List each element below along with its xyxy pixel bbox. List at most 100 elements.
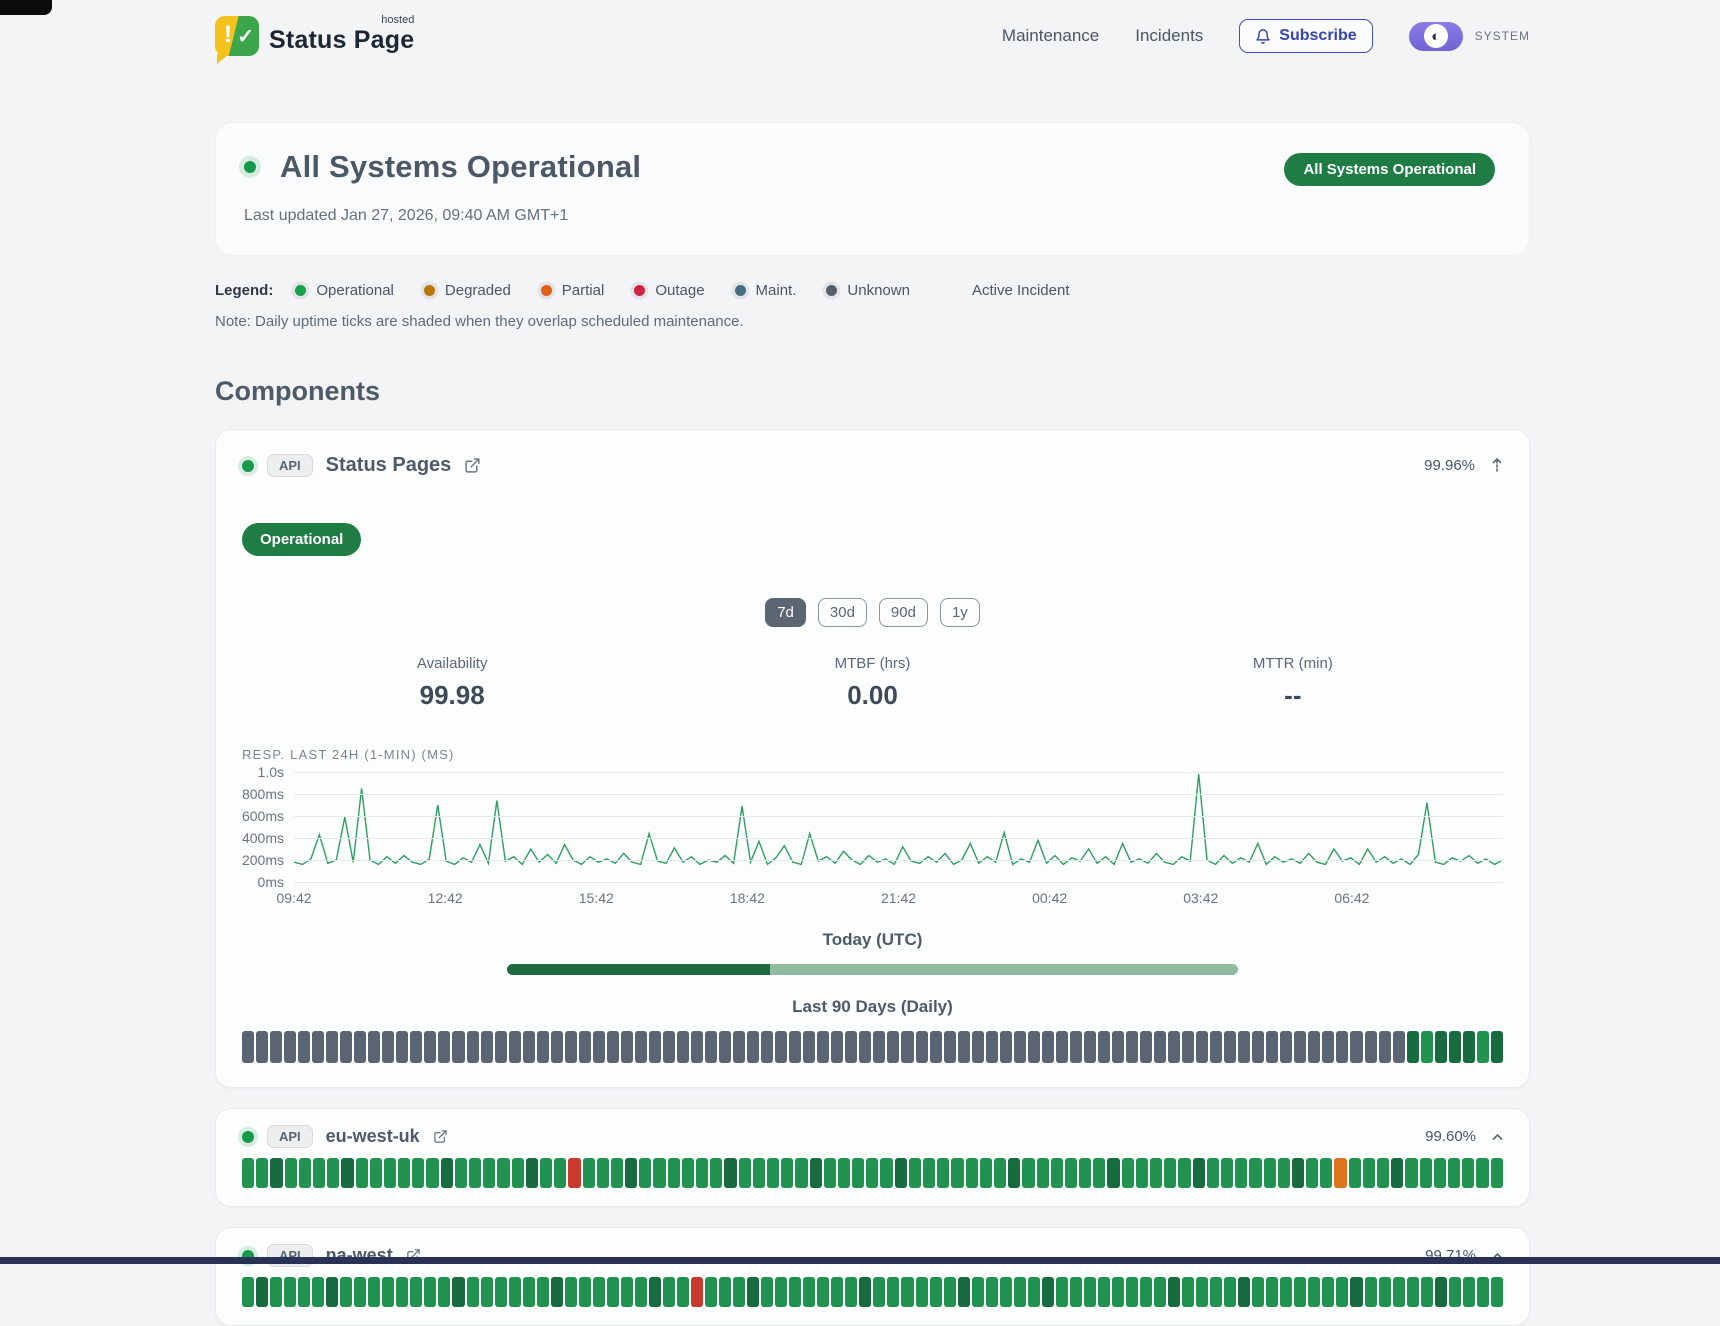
uptime-tick xyxy=(1150,1158,1162,1188)
uptime-tick xyxy=(895,1158,907,1188)
uptime-tick xyxy=(1107,1158,1119,1188)
uptime-tick xyxy=(1196,1277,1208,1307)
main-nav: Maintenance Incidents Subscribe ◐ SYSTEM xyxy=(1002,19,1530,53)
uptime-tick xyxy=(682,1158,694,1188)
uptime-tick xyxy=(733,1031,745,1063)
uptime-tick xyxy=(285,1158,297,1188)
uptime-tick xyxy=(747,1031,759,1063)
uptime-tick xyxy=(483,1158,495,1188)
uptime-tick xyxy=(1014,1277,1026,1307)
component-card-eu-west-uk: API eu-west-uk 99.60% xyxy=(215,1108,1530,1207)
uptime-tick xyxy=(625,1158,637,1188)
uptime-tick xyxy=(354,1031,366,1063)
overall-status-title: All Systems Operational xyxy=(280,149,641,185)
uptime-tick xyxy=(1042,1277,1054,1307)
uptime-tick xyxy=(1042,1031,1054,1063)
brand-logo[interactable]: ! ✓ hosted Status Page xyxy=(215,16,414,56)
uptime-tick xyxy=(1306,1158,1318,1188)
uptime-tick xyxy=(583,1158,595,1188)
uptime-tick xyxy=(972,1031,984,1063)
theme-toggle[interactable]: ◐ xyxy=(1409,22,1463,51)
uptime-tick xyxy=(1210,1277,1222,1307)
uptime-tick xyxy=(1235,1158,1247,1188)
component-uptime: 99.96% xyxy=(1424,457,1475,474)
legend-item: Partial xyxy=(541,282,605,299)
collapse-arrow-icon[interactable] xyxy=(1491,457,1503,474)
uptime-tick xyxy=(958,1277,970,1307)
range-button-7d[interactable]: 7d xyxy=(765,598,806,627)
nav-maintenance[interactable]: Maintenance xyxy=(1002,26,1099,46)
uptime-tick xyxy=(424,1031,436,1063)
uptime-tick xyxy=(1434,1158,1446,1188)
external-link-icon[interactable] xyxy=(433,1129,448,1144)
uptime-tick xyxy=(326,1031,338,1063)
nav-incidents[interactable]: Incidents xyxy=(1135,26,1203,46)
range-button-1y[interactable]: 1y xyxy=(940,598,980,627)
uptime-tick xyxy=(668,1158,680,1188)
stat-availability: Availability99.98 xyxy=(242,655,662,711)
uptime-tick xyxy=(1421,1031,1433,1063)
uptime-tick xyxy=(775,1031,787,1063)
uptime-tick xyxy=(649,1031,661,1063)
uptime-tick xyxy=(1168,1031,1180,1063)
uptime-tick xyxy=(710,1158,722,1188)
header: ! ✓ hosted Status Page Maintenance Incid… xyxy=(215,0,1530,58)
uptime-tick xyxy=(467,1031,479,1063)
uptime-tick xyxy=(537,1031,549,1063)
uptime-tick xyxy=(1238,1277,1250,1307)
uptime-tick xyxy=(789,1277,801,1307)
uptime-tick xyxy=(621,1277,633,1307)
uptime-tick xyxy=(866,1158,878,1188)
today-progress-fill xyxy=(507,964,770,975)
uptime-tick xyxy=(775,1277,787,1307)
uptime-tick xyxy=(930,1031,942,1063)
uptime-tick xyxy=(354,1277,366,1307)
uptime-tick xyxy=(312,1277,324,1307)
legend-dot xyxy=(735,285,746,296)
subscribe-button[interactable]: Subscribe xyxy=(1239,19,1372,53)
range-button-90d[interactable]: 90d xyxy=(879,598,928,627)
uptime-tick xyxy=(696,1158,708,1188)
uptime-tick xyxy=(284,1031,296,1063)
uptime-tick xyxy=(1207,1158,1219,1188)
component-header[interactable]: API Status Pages 99.96% xyxy=(242,454,1503,477)
legend-active-incident: Active Incident xyxy=(972,282,1070,299)
uptime-tick xyxy=(1407,1031,1419,1063)
uptime-tick xyxy=(540,1158,552,1188)
uptime-tick xyxy=(1405,1158,1417,1188)
uptime-tick xyxy=(1435,1031,1447,1063)
uptime-tick xyxy=(1000,1277,1012,1307)
uptime-tick xyxy=(1278,1158,1290,1188)
uptime-tick xyxy=(1224,1031,1236,1063)
uptime-tick xyxy=(986,1031,998,1063)
uptime-tick xyxy=(495,1277,507,1307)
expand-chevron-icon[interactable] xyxy=(1492,1133,1503,1141)
uptime-tick xyxy=(951,1158,963,1188)
uptime-tick xyxy=(845,1277,857,1307)
uptime-tick xyxy=(1168,1277,1180,1307)
uptime-tick xyxy=(1379,1031,1391,1063)
uptime-tick xyxy=(1393,1031,1405,1063)
uptime-tick xyxy=(739,1158,751,1188)
uptime-tick xyxy=(901,1031,913,1063)
external-link-icon[interactable] xyxy=(464,457,481,474)
uptime-tick xyxy=(368,1277,380,1307)
uptime-tick xyxy=(838,1158,850,1188)
component-header[interactable]: API eu-west-uk 99.60% xyxy=(242,1125,1503,1148)
legend-item: Outage xyxy=(634,282,704,299)
uptime-tick xyxy=(426,1158,438,1188)
range-button-30d[interactable]: 30d xyxy=(818,598,867,627)
uptime-tick xyxy=(1126,1277,1138,1307)
uptime-tick xyxy=(554,1158,566,1188)
uptime-tick xyxy=(663,1277,675,1307)
uptime-tick xyxy=(370,1158,382,1188)
uptime-tick xyxy=(733,1277,745,1307)
uptime-tick xyxy=(270,1277,282,1307)
uptime-tick xyxy=(831,1277,843,1307)
uptime-tick xyxy=(1379,1277,1391,1307)
uptime-tick xyxy=(256,1158,268,1188)
uptime-tick xyxy=(901,1277,913,1307)
legend-item: Unknown xyxy=(826,282,910,299)
uptime-tick xyxy=(1463,1277,1475,1307)
uptime-tick xyxy=(1264,1158,1276,1188)
